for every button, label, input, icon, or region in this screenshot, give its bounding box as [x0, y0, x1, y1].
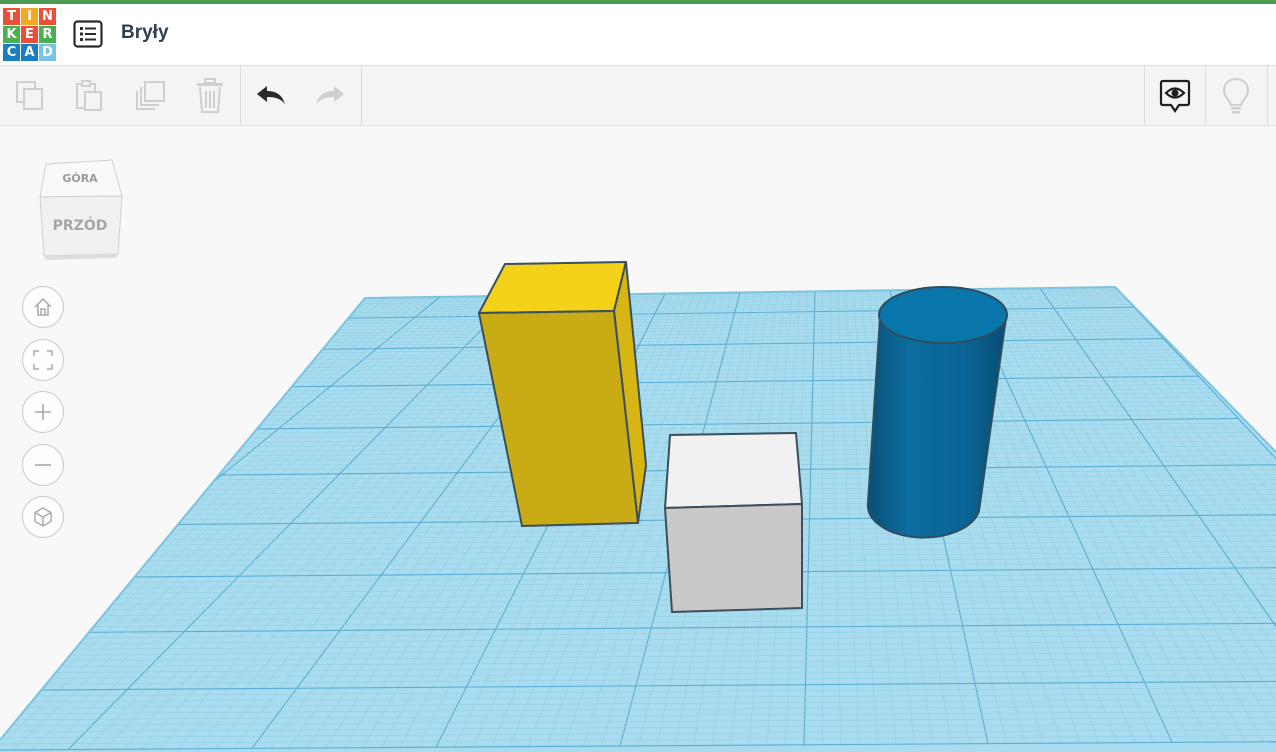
list-icon [73, 20, 103, 48]
toolbar-divider [1144, 66, 1145, 125]
redo-button[interactable] [301, 66, 359, 125]
cube-white[interactable] [664, 432, 803, 613]
viewcube-top-label[interactable]: GÓRA [60, 172, 100, 185]
viewcube-front-label[interactable]: PRZÓD [48, 218, 112, 234]
duplicate-icon [136, 80, 165, 110]
eye-icon [1159, 79, 1191, 113]
design-title[interactable]: Bryły [121, 22, 169, 44]
logo-letter: C [3, 44, 20, 61]
cube-icon [34, 507, 52, 527]
toolbar-divider [1205, 66, 1206, 125]
3d-viewport[interactable] [0, 126, 1276, 752]
fit-icon [33, 350, 53, 370]
minus-icon [35, 464, 51, 466]
logo-letter: A [21, 44, 38, 61]
logo-letter: K [3, 26, 20, 43]
show-all-button[interactable] [1146, 66, 1204, 125]
undo-icon [257, 85, 285, 104]
lightbulb-icon [1222, 77, 1250, 113]
copy-icon [16, 80, 43, 110]
design-list-button[interactable] [72, 18, 104, 50]
toolbar [0, 66, 1276, 126]
toolbar-divider [240, 66, 241, 125]
plus-icon [35, 404, 51, 420]
zoom-out-button[interactable] [22, 444, 64, 486]
paste-icon [76, 79, 102, 111]
hint-button[interactable] [1207, 66, 1265, 125]
header-bar: TIN KER CAD Bryły [0, 4, 1276, 66]
logo-letter: D [39, 44, 56, 61]
logo-letter: I [21, 8, 38, 25]
trash-icon [197, 77, 223, 113]
scene-canvas [0, 261, 1276, 752]
undo-button[interactable] [242, 66, 300, 125]
home-view-button[interactable] [22, 286, 64, 328]
ortho-view-button[interactable] [22, 496, 64, 538]
duplicate-button[interactable] [121, 66, 179, 125]
redo-icon [316, 85, 344, 104]
paste-button[interactable] [60, 66, 118, 125]
tinkercad-logo[interactable]: TIN KER CAD [3, 8, 57, 62]
delete-button[interactable] [181, 66, 239, 125]
copy-button[interactable] [1, 66, 59, 125]
logo-letter: R [39, 26, 56, 43]
home-icon [34, 297, 52, 316]
logo-letter: E [21, 26, 38, 43]
logo-letter: T [3, 8, 20, 25]
toolbar-divider [1267, 66, 1268, 125]
fit-view-button[interactable] [22, 339, 64, 381]
toolbar-divider [361, 66, 362, 125]
zoom-in-button[interactable] [22, 391, 64, 433]
logo-letter: N [39, 8, 56, 25]
